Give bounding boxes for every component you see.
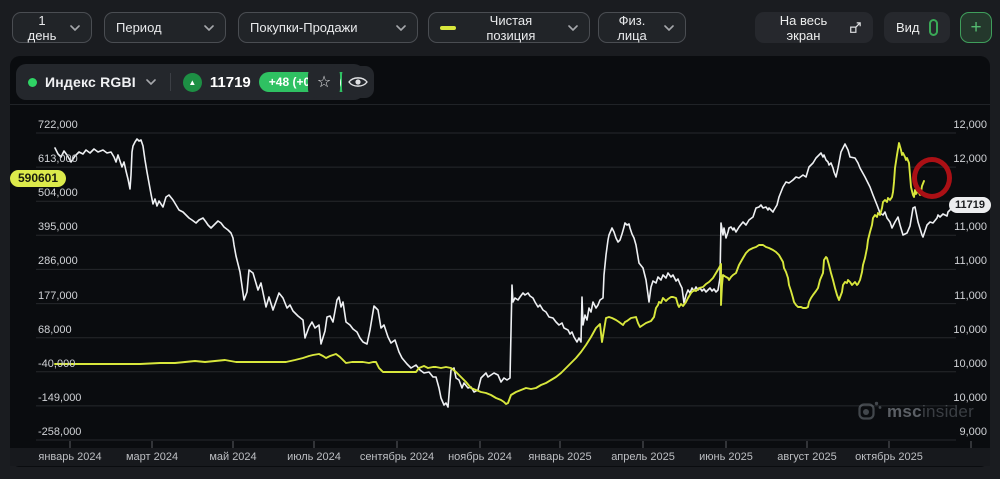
left-axis-label: 504,000 <box>38 187 78 199</box>
right-axis-label: 11,000 <box>954 255 987 267</box>
right-axis-label: 12,000 <box>953 119 987 131</box>
x-axis-label: январь 2025 <box>515 451 605 463</box>
x-axis-label: ноябрь 2024 <box>435 451 525 463</box>
left-axis-label: -40,000 <box>38 358 75 370</box>
right-axis-label: 12,000 <box>953 153 987 165</box>
annotation-circle <box>912 157 952 199</box>
x-axis-label: май 2024 <box>188 451 278 463</box>
x-axis-label: август 2025 <box>762 451 852 463</box>
left-axis-label: 68,000 <box>38 324 72 336</box>
x-axis-label: март 2024 <box>107 451 197 463</box>
x-axis-label: октябрь 2025 <box>844 451 934 463</box>
right-axis-label: 9,000 <box>959 426 987 438</box>
right-axis-label: 11,000 <box>954 221 987 233</box>
net-position-value-badge: 590601 <box>10 170 66 187</box>
right-axis-label: 10,000 <box>953 358 987 370</box>
series-line-rgbi <box>55 139 952 407</box>
x-axis-label: сентябрь 2024 <box>352 451 442 463</box>
right-axis-label: 11,000 <box>954 290 987 302</box>
left-axis-label: 177,000 <box>38 290 78 302</box>
app-root: 1 день Период Покупки-Продажи Чистая поз… <box>0 0 1000 479</box>
x-axis-label: июнь 2025 <box>681 451 771 463</box>
left-axis-label: -258,000 <box>38 426 81 438</box>
left-axis-label: 613,000 <box>38 153 78 165</box>
index-last-value-badge: 11719 <box>949 197 991 213</box>
series-line-net_position <box>55 143 924 404</box>
left-axis-label: 395,000 <box>38 221 78 233</box>
left-axis-label: 286,000 <box>38 255 78 267</box>
right-axis-label: 10,000 <box>953 392 987 404</box>
x-axis-label: июль 2024 <box>269 451 359 463</box>
x-axis-label: январь 2024 <box>25 451 115 463</box>
left-axis-label: 722,000 <box>38 119 78 131</box>
chart-plot-area[interactable] <box>0 0 1000 479</box>
x-axis-label: апрель 2025 <box>598 451 688 463</box>
left-axis-label: -149,000 <box>38 392 81 404</box>
right-axis-label: 10,000 <box>953 324 987 336</box>
